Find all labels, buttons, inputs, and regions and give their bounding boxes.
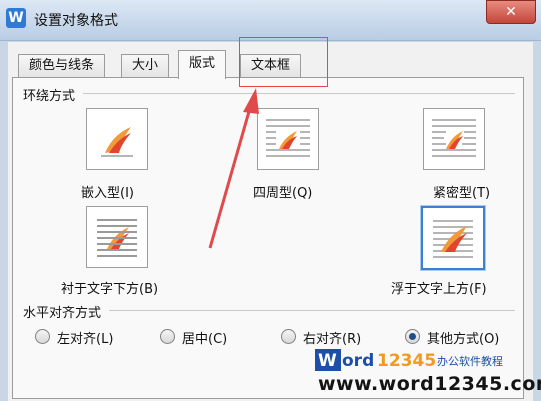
watermark-logo-w: W — [318, 351, 337, 371]
annotation-arrow-icon — [208, 88, 259, 249]
watermark-logo-ord: ord — [342, 351, 374, 371]
watermark-logo-tagline: 办公软件教程 — [437, 354, 503, 368]
watermark-url: www.word12345.com — [318, 373, 541, 395]
tab-layout[interactable]: 版式 — [178, 50, 227, 79]
watermark-logo: W ord 12345 办公软件教程 — [315, 349, 503, 371]
watermark-logo-digits: 12345 — [377, 351, 436, 371]
